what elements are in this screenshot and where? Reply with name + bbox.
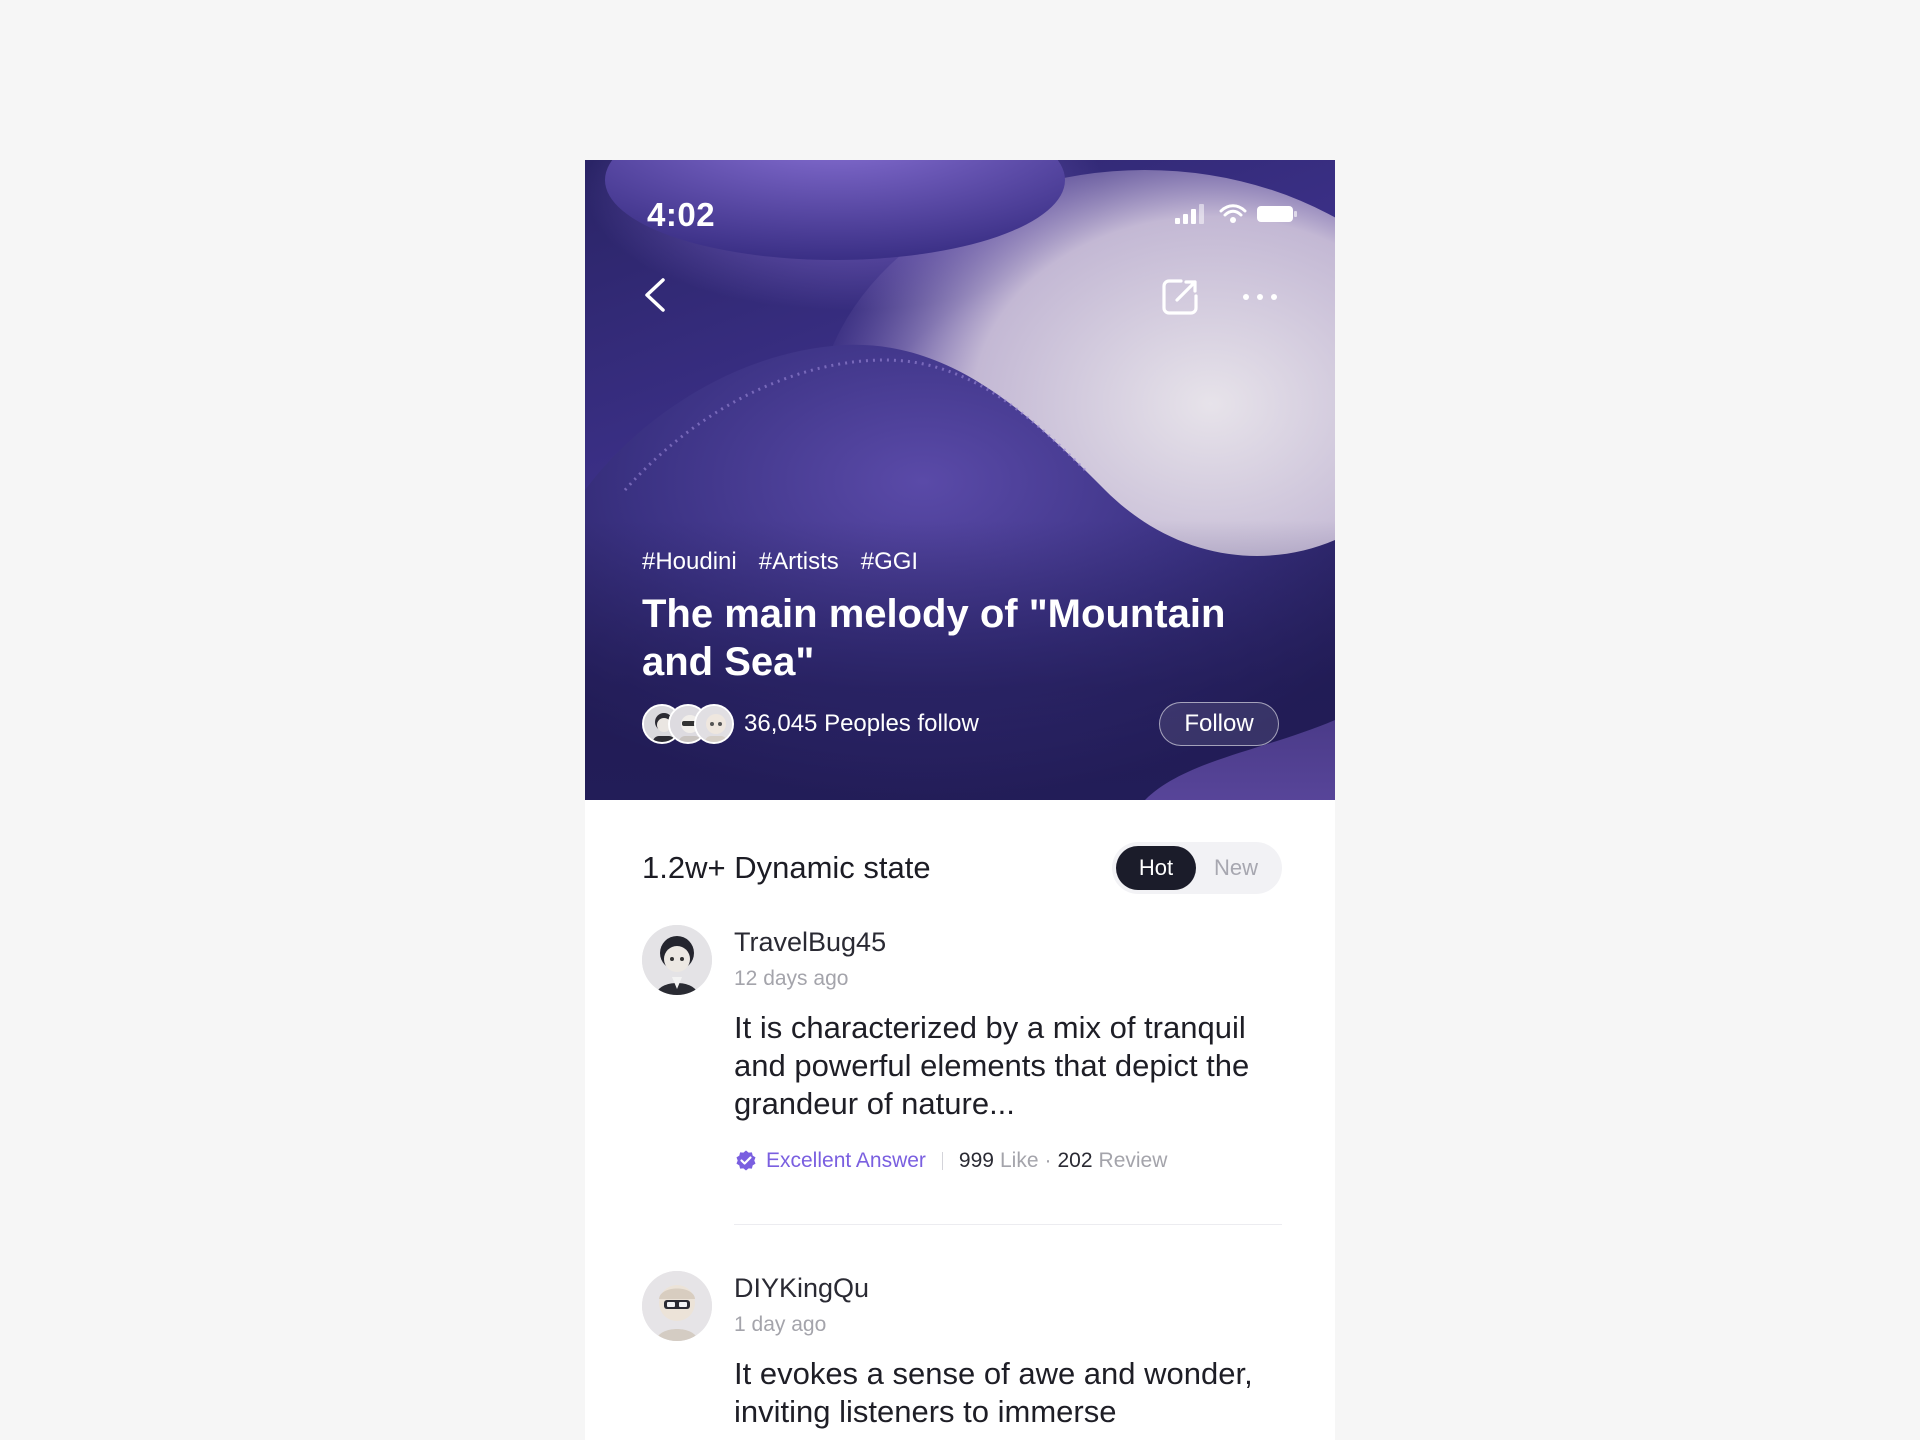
follower-avatars: [642, 704, 734, 744]
avatar[interactable]: [642, 1271, 712, 1341]
tag-list: #Houdini #Artists #GGI: [642, 548, 918, 576]
follow-button[interactable]: Follow: [1159, 702, 1279, 746]
sort-hot-tab[interactable]: Hot: [1116, 846, 1196, 890]
more-icon[interactable]: [1237, 274, 1283, 320]
meta-dot: ·: [1044, 1149, 1052, 1172]
avatar: [694, 704, 734, 744]
status-icons: [1175, 202, 1297, 224]
divider: [734, 1224, 1282, 1225]
topic-title: The main melody of "Mountain and Sea": [642, 592, 1226, 684]
wifi-icon: [1219, 204, 1247, 223]
post-text[interactable]: It evokes a sense of awe and wonder, inv…: [734, 1355, 1282, 1431]
avatar[interactable]: [642, 925, 712, 995]
review-count[interactable]: 202: [1058, 1149, 1093, 1173]
share-icon[interactable]: [1157, 274, 1203, 320]
tag-ggi[interactable]: #GGI: [861, 548, 918, 576]
phone-screen: 4:02 #Houdini #Artists #GGI The main mel…: [585, 160, 1335, 1440]
followers-row: 36,045 Peoples follow: [642, 704, 979, 744]
post-meta: Excellent Answer 999 Like · 202 Review: [734, 1149, 1167, 1173]
like-count[interactable]: 999: [959, 1149, 994, 1173]
follower-count: 36,045 Peoples follow: [744, 710, 979, 737]
post-text[interactable]: It is characterized by a mix of tranquil…: [734, 1009, 1282, 1123]
section-title: 1.2w+ Dynamic state: [642, 850, 931, 885]
excellent-answer-badge: Excellent Answer: [766, 1149, 926, 1172]
list-item[interactable]: DIYKingQu 1 day ago It evokes a sense of…: [642, 1271, 1282, 1440]
post-time: 1 day ago: [734, 1313, 827, 1336]
tag-houdini[interactable]: #Houdini: [642, 548, 737, 576]
sort-new-tab[interactable]: New: [1196, 846, 1276, 890]
sort-toggle: Hot New: [1112, 842, 1282, 894]
review-label[interactable]: Review: [1099, 1149, 1168, 1173]
meta-divider: [941, 1152, 943, 1170]
status-time: 4:02: [647, 196, 716, 233]
list-item[interactable]: TravelBug45 12 days ago It is characteri…: [642, 925, 1282, 1205]
battery-icon: [1257, 206, 1297, 222]
post-time: 12 days ago: [734, 967, 849, 990]
verified-badge-icon: [736, 1150, 756, 1171]
post-username[interactable]: DIYKingQu: [734, 1273, 869, 1304]
hero-banner: 4:02 #Houdini #Artists #GGI The main mel…: [585, 160, 1335, 800]
signal-icon: [1175, 204, 1204, 224]
back-icon[interactable]: [635, 272, 681, 318]
like-label[interactable]: Like: [1000, 1149, 1039, 1173]
section-header: 1.2w+ Dynamic state Hot New: [642, 842, 1282, 898]
post-username[interactable]: TravelBug45: [734, 927, 886, 958]
tag-artists[interactable]: #Artists: [759, 548, 839, 576]
